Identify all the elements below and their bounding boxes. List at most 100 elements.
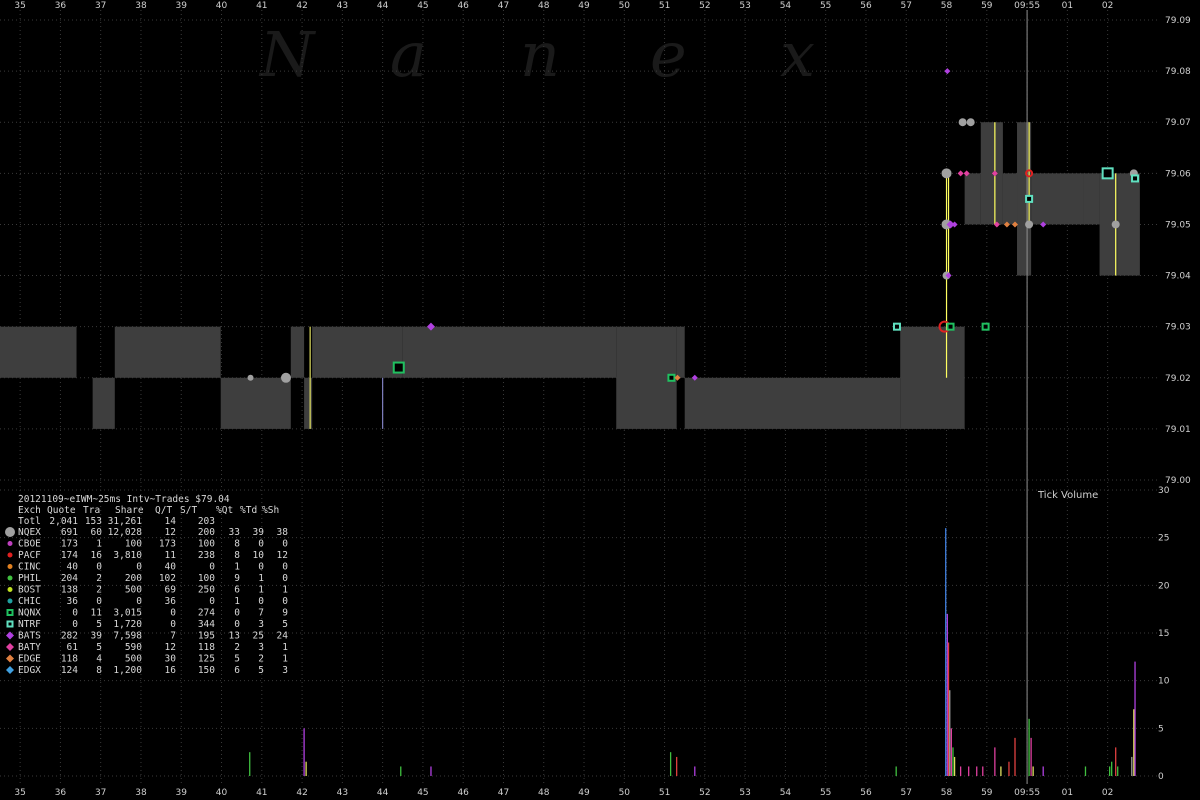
trade-marker — [957, 170, 964, 177]
spread-band — [290, 326, 305, 378]
time-tick-label-top: 59 — [981, 1, 993, 11]
table-cell: 0 — [96, 562, 102, 573]
time-tick-label-bottom: 53 — [739, 788, 750, 798]
legend-marker — [6, 609, 14, 616]
trade-marker — [1025, 194, 1034, 203]
volume-tick-label: 20 — [1158, 581, 1170, 591]
table-cell: 138 — [61, 585, 78, 596]
table-cell: 0 — [72, 608, 78, 619]
table-cell: 0 — [234, 619, 240, 630]
table-cell: 0 — [170, 608, 176, 619]
price-tick-label: 79.00 — [1165, 476, 1191, 486]
volume-tick-label: 15 — [1158, 629, 1169, 639]
table-cell: 1,200 — [113, 665, 142, 676]
volume-tick-label: 25 — [1158, 534, 1169, 544]
table-cell: 173 — [61, 539, 78, 550]
time-tick-label-bottom: 41 — [256, 788, 267, 798]
watermark-letter: n — [520, 18, 560, 91]
table-cell: 0 — [282, 539, 288, 550]
table-cell: 36 — [165, 596, 177, 607]
time-tick-label-top: 52 — [699, 1, 710, 11]
table-header: Exch — [18, 505, 41, 516]
table-total-label: Totl — [18, 516, 41, 527]
table-cell: 8 — [96, 665, 102, 676]
legend-marker — [7, 587, 13, 592]
table-cell: 33 — [229, 527, 240, 538]
table-header: Q/T — [155, 505, 172, 516]
table-cell: 6 — [234, 585, 240, 596]
legend-marker — [7, 575, 13, 581]
time-tick-label-top: 48 — [538, 1, 550, 11]
table-cell: 60 — [91, 527, 103, 538]
table-exch-label: BOST — [18, 585, 41, 596]
table-cell: 1 — [96, 539, 102, 550]
trade-marker — [892, 322, 901, 331]
watermark-letter: e — [650, 18, 687, 91]
table-cell: 1,720 — [113, 619, 142, 630]
table-cell: 0 — [72, 619, 78, 630]
table-cell: 0 — [209, 562, 215, 573]
trade-marker — [247, 374, 254, 381]
time-tick-label-top: 44 — [377, 1, 389, 11]
table-cell: 6 — [234, 665, 240, 676]
legend-marker — [7, 564, 13, 569]
table-cell: 1 — [282, 585, 288, 596]
table-cell: 1 — [234, 562, 240, 573]
table-cell: 0 — [282, 562, 288, 573]
time-tick-label-bottom: 42 — [296, 788, 307, 798]
table-exch-label: NQNX — [18, 608, 41, 619]
table-cell: 25 — [253, 631, 264, 642]
price-tick-label: 79.04 — [1165, 272, 1191, 282]
table-cell: 5 — [96, 619, 102, 630]
table-cell: 3,015 — [113, 608, 142, 619]
table-header: S/T — [180, 505, 197, 516]
table-exch-label: NTRF — [18, 619, 41, 630]
table-cell: 5 — [234, 654, 240, 665]
chart-root: Na n e x 79.00 79.01 79.02 79.03 79.04 79.05 79.06… — [0, 0, 1200, 800]
table-cell: 11 — [165, 550, 177, 561]
table-cell: 1 — [282, 642, 288, 653]
table-cell: 8 — [234, 550, 240, 561]
table-cell: 30 — [165, 654, 177, 665]
table-cell: 36 — [67, 596, 79, 607]
spread-band — [1031, 173, 1084, 225]
table-cell: 69 — [165, 585, 177, 596]
table-cell: 344 — [198, 619, 215, 630]
spread-band — [114, 326, 221, 378]
time-tick-label-bottom: 46 — [457, 788, 469, 798]
trade-marker — [951, 221, 958, 228]
table-cell: 200 — [198, 527, 215, 538]
table-cell: 61 — [67, 642, 79, 653]
time-tick-label-top: 50 — [619, 1, 631, 11]
table-title: 20121109~eIWM~25ms Intv~Trades $79.04 — [18, 494, 230, 505]
table-cell: 0 — [136, 596, 142, 607]
table-cell: 204 — [61, 573, 78, 584]
legend-marker — [5, 527, 15, 537]
time-tick-label-top: 55 — [820, 1, 831, 11]
table-cell: 12,028 — [108, 527, 143, 538]
table-exch-label: NQEX — [18, 527, 41, 538]
table-cell: 2 — [96, 573, 102, 584]
time-tick-label-bottom: 39 — [176, 788, 188, 798]
table-cell: 0 — [234, 608, 240, 619]
time-tick-label-top: 53 — [739, 1, 750, 11]
table-cell: 38 — [277, 527, 289, 538]
table-cell: 12 — [277, 550, 288, 561]
time-tick-label-bottom: 58 — [941, 788, 953, 798]
table-cell: 0 — [258, 596, 264, 607]
trade-marker — [280, 372, 291, 383]
time-tick-label-top: 40 — [216, 1, 228, 11]
table-cell: 118 — [61, 654, 78, 665]
table-cell: 7 — [170, 631, 176, 642]
time-tick-label-bottom: 57 — [901, 788, 912, 798]
table-header: %Td — [240, 505, 257, 516]
trade-marker — [944, 68, 951, 75]
spread-band — [676, 326, 685, 378]
table-cell: 4 — [96, 654, 102, 665]
time-tick-label-bottom: 51 — [659, 788, 670, 798]
table-cell: 7 — [258, 608, 264, 619]
time-tick-label-bottom: 52 — [699, 788, 710, 798]
time-tick-label-bottom: 44 — [377, 788, 389, 798]
table-cell: 150 — [198, 665, 215, 676]
price-tick-label: 79.09 — [1165, 16, 1191, 26]
